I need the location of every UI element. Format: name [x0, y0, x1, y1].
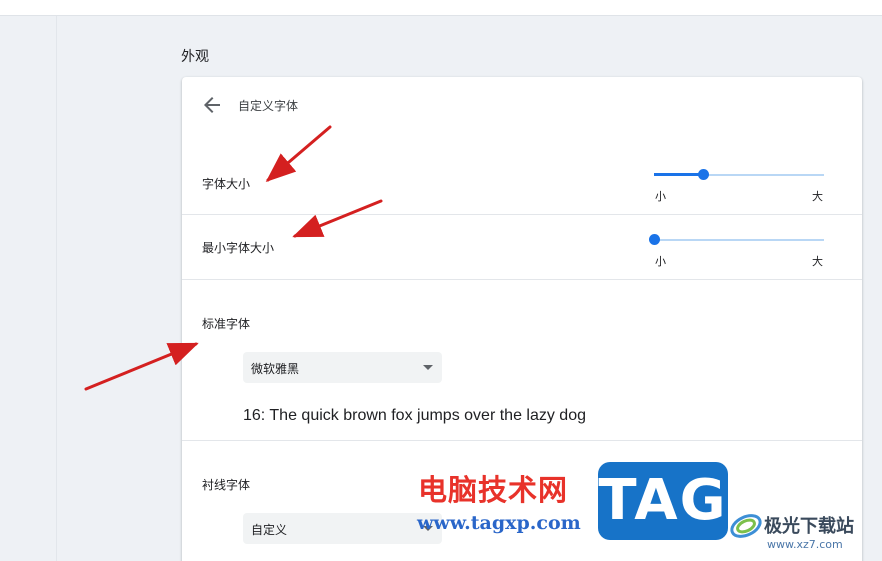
back-button[interactable] [200, 93, 224, 117]
min-font-size-row: 最小字体大小 小 大 [182, 215, 862, 280]
watermark-tag-text: TAG [598, 468, 728, 533]
font-sample-text: 16: The quick brown fox jumps over the l… [243, 407, 586, 424]
annotation-arrow [84, 342, 199, 391]
select-value: 微软雅黑 [251, 362, 300, 376]
slider-knob[interactable] [698, 169, 709, 180]
slider-max-label: 大 [812, 255, 823, 268]
min-font-size-label: 最小字体大小 [202, 241, 275, 255]
serif-font-select[interactable]: 自定义 [243, 513, 442, 544]
slider-fill [654, 173, 703, 176]
slider-track [654, 239, 824, 241]
standard-font-label: 标准字体 [202, 317, 251, 331]
arrow-left-icon [204, 97, 220, 113]
top-toolbar [0, 0, 882, 16]
watermark-text: 电脑技术网 [418, 473, 569, 507]
standard-font-select[interactable]: 微软雅黑 [243, 352, 442, 383]
standard-font-row: 标准字体 微软雅黑 16: The quick brown fox jumps … [182, 280, 862, 441]
font-size-slider[interactable] [654, 165, 826, 185]
serif-font-label: 衬线字体 [202, 478, 251, 492]
min-font-size-slider[interactable] [649, 230, 826, 250]
dropdown-caret-icon [423, 365, 433, 370]
aurora-logo-icon [730, 514, 762, 538]
slider-max-label: 大 [812, 190, 823, 203]
card-title: 自定义字体 [238, 99, 299, 113]
slider-min-label: 小 [655, 255, 666, 268]
font-size-label: 字体大小 [202, 177, 251, 191]
slider-knob[interactable] [649, 234, 660, 245]
watermark-tag-badge: TAG [598, 462, 728, 540]
card-header: 自定义字体 [182, 77, 862, 133]
font-size-row: 字体大小 小 大 [182, 133, 862, 215]
slider-min-label: 小 [655, 190, 666, 203]
left-sidebar [0, 16, 57, 561]
section-title: 外观 [181, 49, 209, 65]
watermark-site-name: 极光下载站 [764, 516, 854, 537]
select-value: 自定义 [251, 523, 288, 537]
watermark-url: www.tagxp.com [417, 512, 581, 534]
watermark-site-url: www.xz7.com [767, 538, 843, 551]
